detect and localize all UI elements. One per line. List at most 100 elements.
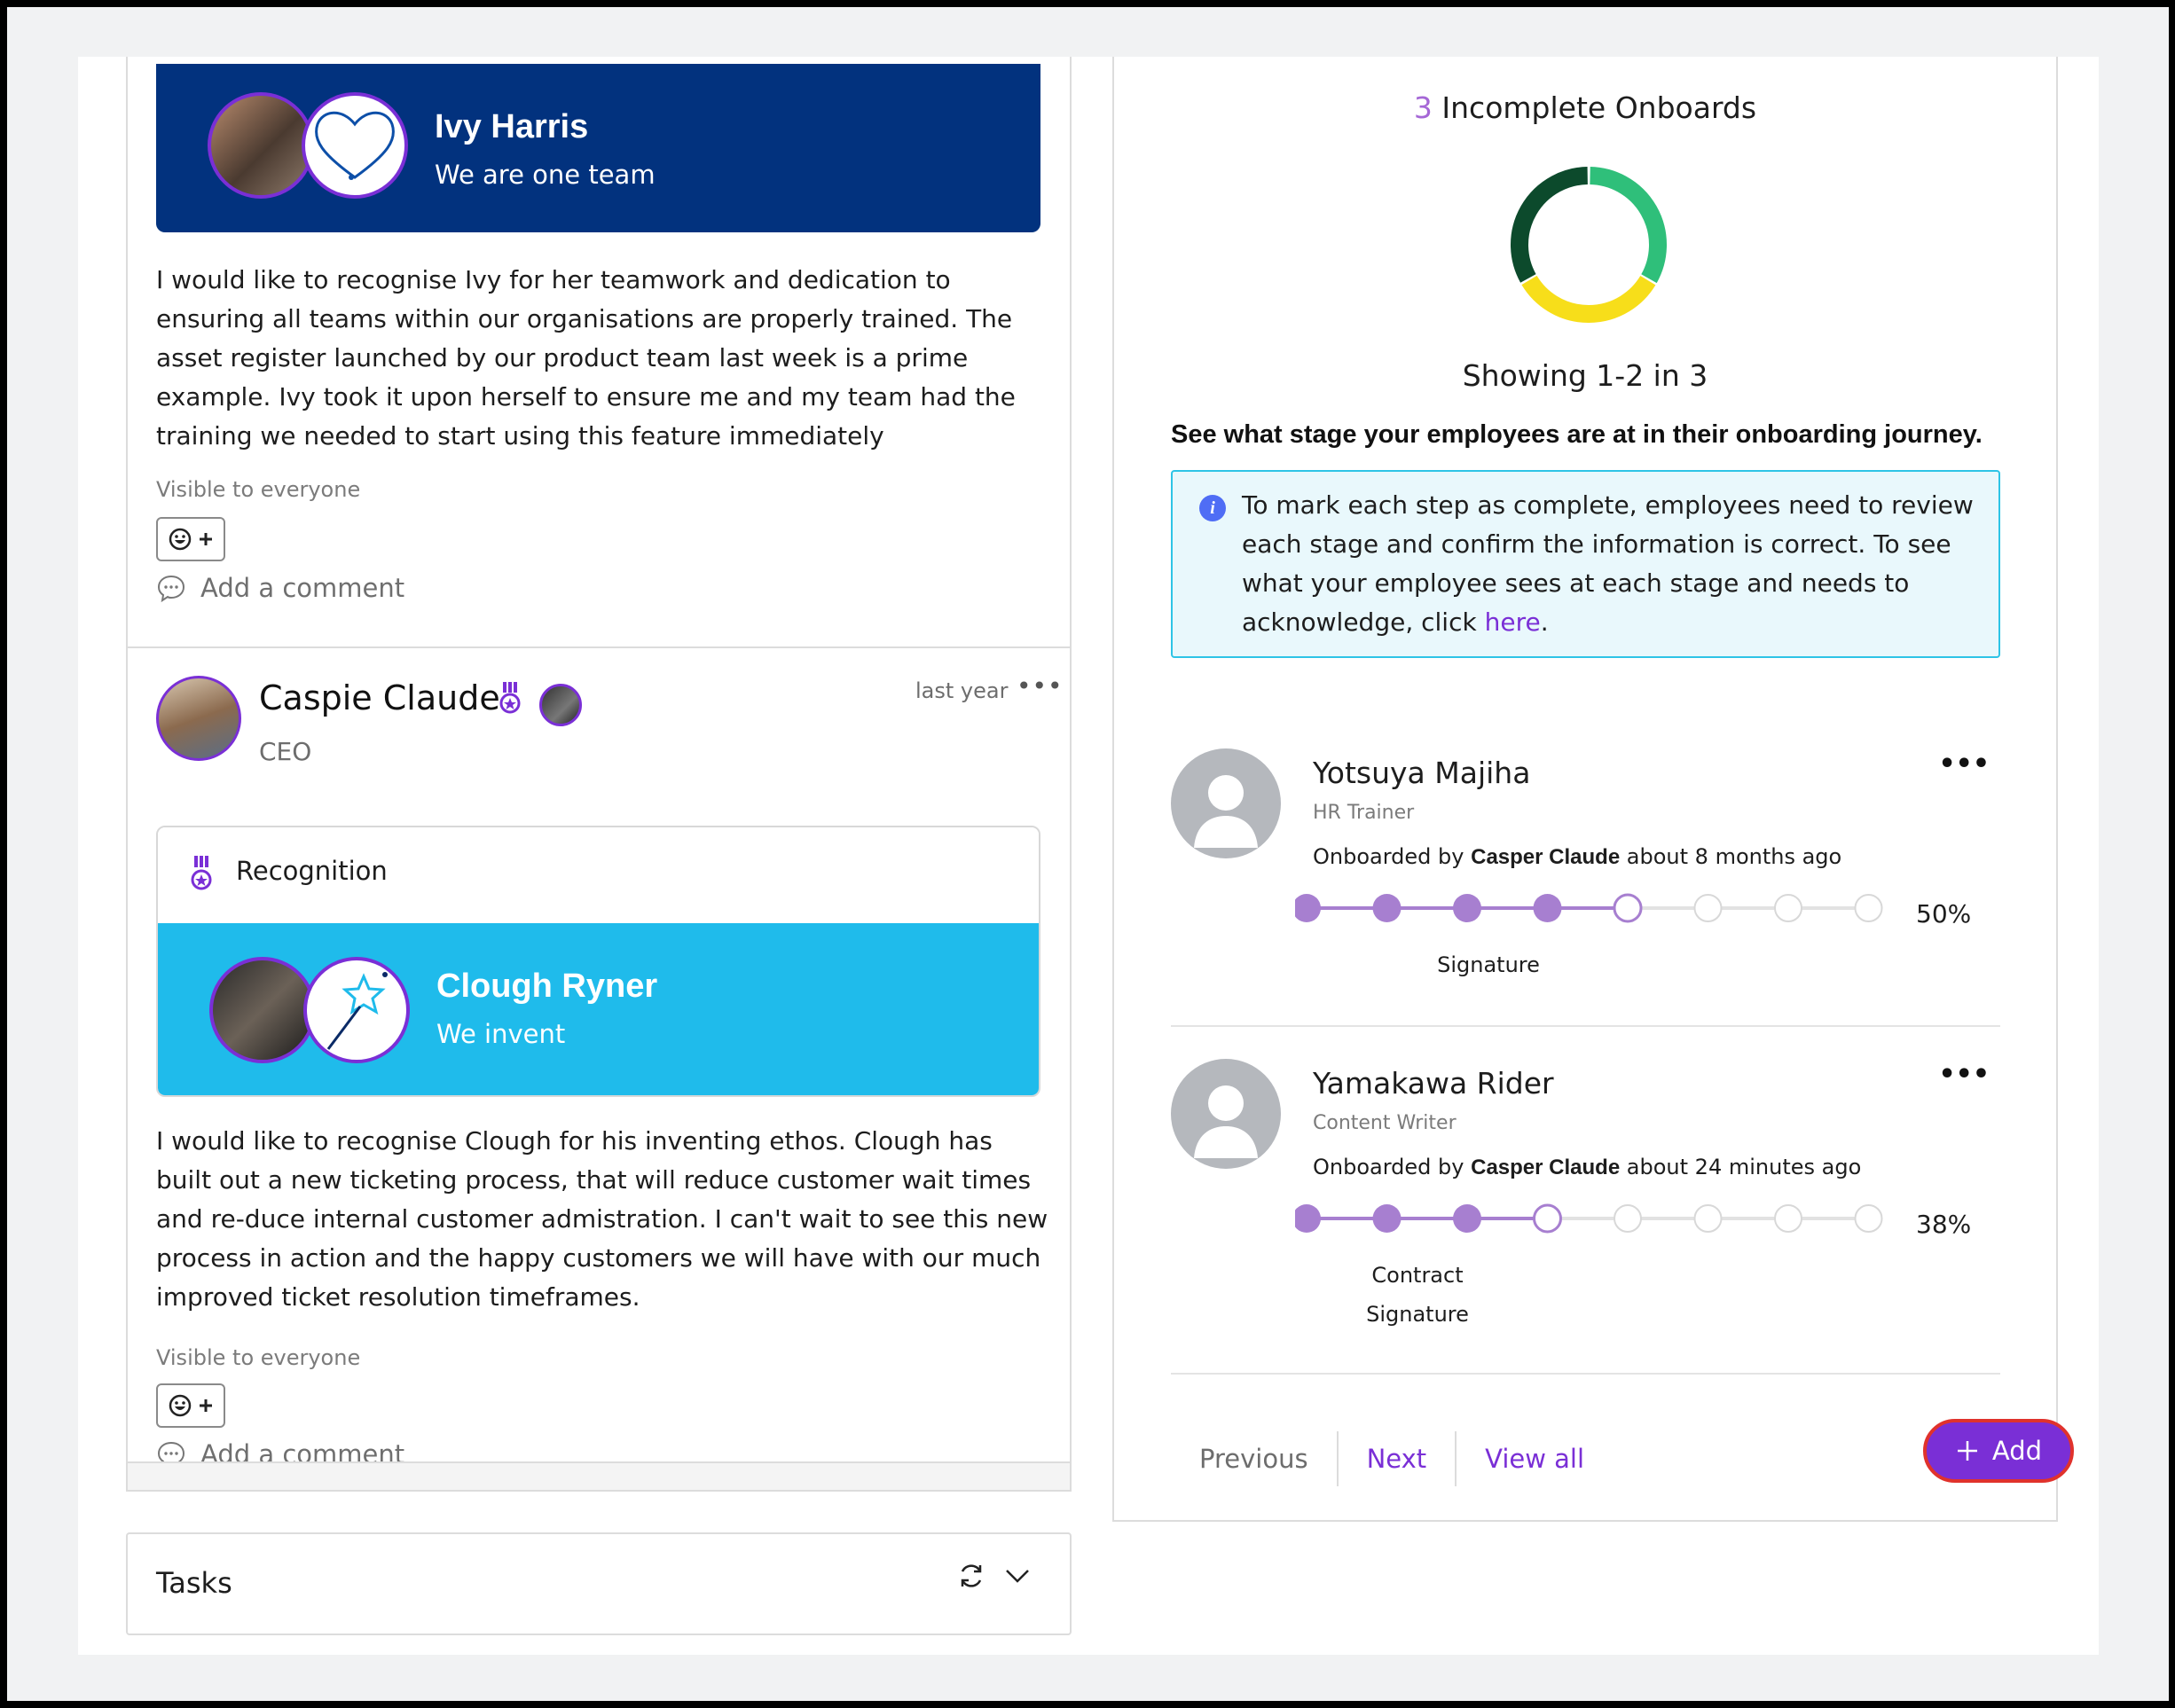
plus-icon — [200, 1399, 212, 1412]
employee-name[interactable]: Yotsuya Majiha — [1313, 756, 1530, 790]
post-message: I would like to recognise Clough for his… — [156, 1126, 1048, 1312]
author-role: CEO — [259, 737, 312, 766]
user-placeholder-icon[interactable] — [1171, 748, 1281, 858]
step-complete[interactable] — [1295, 894, 1321, 922]
pagination: Previous Next View all — [1171, 1431, 1613, 1486]
person-divider — [1171, 1025, 2000, 1027]
medal-icon — [191, 856, 212, 890]
previous-button[interactable]: Previous — [1171, 1431, 1339, 1486]
onboarded-prefix: Onboarded by — [1313, 1155, 1472, 1179]
view-all-link[interactable]: View all — [1457, 1431, 1613, 1486]
post-menu-button[interactable]: ••• — [1017, 671, 1064, 701]
tasks-title: Tasks — [156, 1566, 232, 1600]
info-end: . — [1540, 607, 1549, 637]
onboarded-by: Onboarded by Casper Claude about 8 month… — [1313, 844, 1841, 870]
person-divider — [1171, 1373, 2000, 1375]
employee-name[interactable]: Yamakawa Rider — [1313, 1066, 1554, 1101]
step-current[interactable] — [1533, 1203, 1562, 1234]
step-complete[interactable] — [1453, 1204, 1481, 1233]
visibility-label: Visible to everyone — [156, 477, 361, 502]
onboarding-person: Yotsuya Majiha HR Trainer Onboarded by C… — [1171, 748, 2000, 1015]
stage-heading: See what stage your employees are at in … — [1171, 420, 1983, 449]
step-pending[interactable] — [1854, 894, 1883, 922]
onboarding-progress — [1295, 893, 1883, 923]
tasks-widget[interactable]: Tasks — [126, 1532, 1072, 1635]
info-here-link[interactable]: here — [1485, 607, 1541, 637]
incomplete-count: 3 — [1413, 90, 1433, 125]
current-stage-label: Signature — [1437, 952, 1540, 977]
onboarding-progress — [1295, 1203, 1883, 1234]
recognition-card: Recognition Clough Ryner We invent — [156, 826, 1040, 1097]
current-stage-label: Contract Signature — [1355, 1256, 1480, 1334]
author-name[interactable]: Caspie Claude — [259, 678, 500, 717]
add-reaction-button[interactable] — [156, 517, 225, 561]
person-menu-button[interactable]: ••• — [1938, 748, 1990, 780]
recipient-mini-avatar[interactable] — [539, 684, 582, 726]
step-pending[interactable] — [1693, 894, 1723, 922]
onboarding-panel: 3 Incomplete Onboards Showing 1-2 in 3 S… — [1112, 57, 2074, 1522]
feed-footer — [128, 1461, 1070, 1490]
recipient-name[interactable]: Clough Ryner — [436, 968, 657, 1006]
feed-post: Ivy Harris We are one team I would like … — [128, 57, 1070, 646]
info-alert: i To mark each step as complete, employe… — [1171, 470, 2000, 658]
recipient-avatar[interactable] — [209, 957, 316, 1063]
refresh-icon[interactable] — [956, 1561, 986, 1591]
progress-percent: 38% — [1916, 1210, 1972, 1239]
step-complete[interactable] — [1295, 1204, 1321, 1233]
emoji-icon — [169, 1394, 192, 1417]
recognition-banner: Clough Ryner We invent — [158, 923, 1039, 1095]
add-button[interactable]: Add — [1923, 1419, 2074, 1483]
info-message: To mark each step as complete, employees… — [1242, 490, 1974, 637]
next-button[interactable]: Next — [1339, 1431, 1457, 1486]
plus-icon — [200, 533, 212, 545]
add-reaction-button[interactable] — [156, 1383, 225, 1428]
step-pending[interactable] — [1693, 1204, 1723, 1233]
dashboard-canvas: Ivy Harris We are one team I would like … — [78, 57, 2099, 1655]
step-complete[interactable] — [1372, 1204, 1402, 1233]
step-pending[interactable] — [1774, 894, 1802, 922]
person-menu-button[interactable]: ••• — [1938, 1059, 1990, 1090]
feed-post: Caspie Claude last year ••• CEO Recognit… — [128, 648, 1070, 1491]
comment-placeholder: Add a comment — [200, 573, 405, 603]
donut-segment — [1521, 275, 1656, 323]
emoji-icon — [169, 528, 192, 551]
medal-icon — [499, 682, 521, 714]
post-time: last year — [915, 678, 1009, 703]
user-placeholder-icon[interactable] — [1171, 1059, 1281, 1169]
onboarded-by: Onboarded by Casper Claude about 24 minu… — [1313, 1155, 1861, 1180]
recognition-feed: Ivy Harris We are one team I would like … — [126, 57, 1072, 1492]
step-current[interactable] — [1613, 893, 1643, 923]
add-comment-input[interactable]: Add a comment — [156, 573, 404, 603]
post-message: I would like to recognise Ivy for her te… — [156, 265, 1016, 451]
onboarded-prefix: Onboarded by — [1313, 844, 1472, 869]
recognition-banner: Ivy Harris We are one team — [156, 64, 1040, 232]
recognition-header: Recognition — [158, 827, 1039, 923]
step-complete[interactable] — [1533, 894, 1562, 922]
chevron-down-icon[interactable] — [1004, 1566, 1031, 1586]
company-value: We are one team — [435, 160, 656, 190]
company-value: We invent — [436, 1019, 566, 1049]
comment-icon — [157, 575, 185, 603]
step-pending[interactable] — [1854, 1204, 1883, 1233]
recognition-label: Recognition — [236, 856, 388, 886]
onboarding-title: 3 Incomplete Onboards — [1114, 90, 2056, 125]
step-complete[interactable] — [1453, 894, 1481, 922]
progress-percent: 50% — [1916, 899, 1972, 928]
employee-role: Content Writer — [1313, 1112, 1457, 1134]
donut-segment — [1511, 167, 1589, 283]
browser-frame: Ivy Harris We are one team I would like … — [7, 7, 2169, 1701]
info-icon: i — [1199, 495, 1226, 521]
step-pending[interactable] — [1614, 1204, 1642, 1233]
author-avatar[interactable] — [156, 676, 241, 761]
visibility-label: Visible to everyone — [156, 1345, 361, 1370]
step-complete[interactable] — [1372, 894, 1402, 922]
recipient-name[interactable]: Ivy Harris — [435, 108, 588, 146]
add-button-label: Add — [1991, 1436, 2043, 1466]
stage-label-line: Signature — [1366, 1302, 1469, 1327]
onboarding-title-text: Incomplete Onboards — [1432, 90, 1757, 125]
info-text: To mark each step as complete, employees… — [1242, 486, 1978, 642]
donut-segment — [1590, 167, 1667, 284]
recipient-avatar[interactable] — [208, 92, 314, 199]
step-pending[interactable] — [1774, 1204, 1802, 1233]
onboarding-donut-chart — [1511, 167, 1667, 323]
